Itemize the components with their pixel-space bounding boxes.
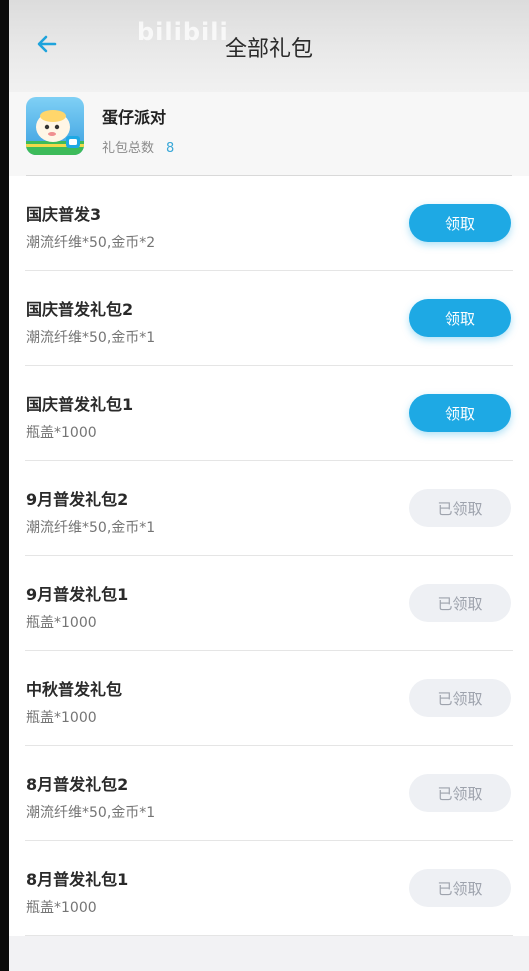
gift-description: 潮流纤维*50,金币*1 [26, 520, 156, 536]
gift-row: 8月普发礼包2 潮流纤维*50,金币*1 已领取 [25, 746, 513, 841]
top-navigation-bar: bilibili 全部礼包 [9, 0, 529, 92]
gift-description: 瓶盖*1000 [26, 900, 97, 916]
gift-description: 潮流纤维*50,金币*1 [26, 805, 156, 821]
gift-description: 瓶盖*1000 [26, 615, 97, 631]
gift-row: 中秋普发礼包 瓶盖*1000 已领取 [25, 651, 513, 746]
claim-button[interactable]: 领取 [409, 394, 511, 432]
claimed-button[interactable]: 已领取 [409, 869, 511, 907]
gift-title: 国庆普发礼包1 [26, 395, 134, 414]
gift-row: 国庆普发3 潮流纤维*50,金币*2 领取 [25, 176, 513, 271]
gift-row: 9月普发礼包1 瓶盖*1000 已领取 [25, 556, 513, 651]
game-name: 蛋仔派对 [102, 108, 167, 127]
gift-title: 9月普发礼包1 [26, 585, 129, 604]
gift-title: 9月普发礼包2 [26, 490, 129, 509]
gift-title: 中秋普发礼包 [26, 680, 123, 699]
gift-total-label: 礼包总数 [102, 141, 155, 156]
gift-description: 潮流纤维*50,金币*1 [26, 330, 156, 346]
gift-total-count: 8 [166, 141, 175, 156]
claim-button[interactable]: 领取 [409, 204, 511, 242]
gift-row: 8月普发礼包1 瓶盖*1000 已领取 [25, 841, 513, 936]
gift-list-screen: bilibili 全部礼包 蛋仔派对 礼包总数 8 国庆普发3 潮流纤维*50,… [9, 0, 529, 971]
device-edge [0, 0, 9, 971]
gift-description: 潮流纤维*50,金币*2 [26, 235, 156, 251]
gift-list: 国庆普发3 潮流纤维*50,金币*2 领取 国庆普发礼包2 潮流纤维*50,金币… [9, 176, 529, 936]
game-info-header: 蛋仔派对 礼包总数 8 [9, 92, 529, 176]
gift-row: 9月普发礼包2 潮流纤维*50,金币*1 已领取 [25, 461, 513, 556]
claimed-button[interactable]: 已领取 [409, 584, 511, 622]
gift-description: 瓶盖*1000 [26, 425, 97, 441]
gift-row: 国庆普发礼包2 潮流纤维*50,金币*1 领取 [25, 271, 513, 366]
gift-title: 国庆普发3 [26, 205, 102, 224]
gift-title: 国庆普发礼包2 [26, 300, 134, 319]
claim-button[interactable]: 领取 [409, 299, 511, 337]
game-app-icon[interactable] [26, 97, 84, 155]
gift-total: 礼包总数 8 [102, 137, 174, 156]
gift-description: 瓶盖*1000 [26, 710, 97, 726]
claimed-button[interactable]: 已领取 [409, 679, 511, 717]
bottom-area [9, 936, 529, 971]
gift-title: 8月普发礼包2 [26, 775, 129, 794]
claimed-button[interactable]: 已领取 [409, 774, 511, 812]
gift-row: 国庆普发礼包1 瓶盖*1000 领取 [25, 366, 513, 461]
claimed-button[interactable]: 已领取 [409, 489, 511, 527]
page-title: 全部礼包 [224, 37, 313, 62]
gift-title: 8月普发礼包1 [26, 870, 129, 889]
